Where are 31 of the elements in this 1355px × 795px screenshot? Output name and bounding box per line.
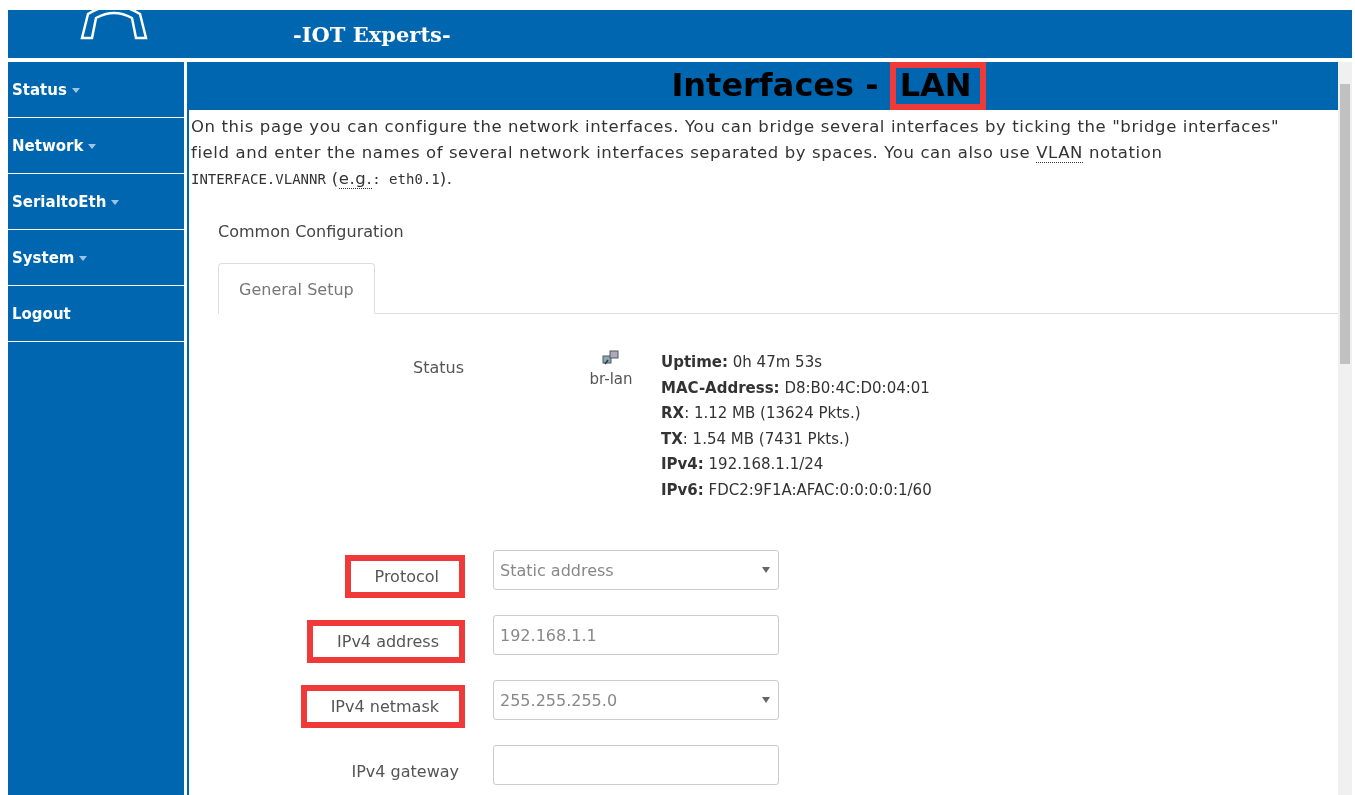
scrollbar[interactable] (1338, 62, 1352, 795)
status-line: MAC-Address: D8:B0:4C:D0:04:01 (661, 377, 931, 399)
input-field[interactable]: 192.168.1.1 (493, 615, 779, 655)
sidebar-item[interactable]: Logout (8, 286, 184, 342)
status-line: IPv6: FDC2:9F1A:AFAC:0:0:0:0:1/60 (661, 479, 932, 501)
device-name: br-lan (589, 370, 633, 388)
status-label: Status (412, 357, 464, 379)
input-field[interactable] (493, 745, 779, 785)
section-heading: Common Configuration (218, 222, 405, 241)
select-field[interactable]: Static address (493, 550, 779, 590)
site-title: -IOT Experts- (293, 21, 451, 47)
sidebar-item[interactable]: Status (8, 62, 184, 118)
page-title: Interfaces - LAN (671, 62, 986, 110)
page-description: On this page you can configure the network interfaces. You can bridge several interfaces by ticking the "bridge interfaces" field and enter the names of several network interfaces separated by spaces. You can also use VLAN notation INTERFACE.VLANNR (e.g.: eth0.1). (191, 116, 1281, 191)
caret-icon (762, 697, 770, 703)
sidebar-item[interactable]: SerialtoEth (8, 174, 184, 230)
field-label: IPv4 address (307, 620, 465, 663)
tab[interactable]: General Setup (218, 263, 375, 314)
status-line: Uptime: 0h 47m 53s (661, 352, 823, 373)
field-label: Protocol (344, 555, 465, 598)
field-label: IPv4 gateway (350, 761, 460, 783)
network-icon (602, 350, 620, 366)
sidebar-item[interactable]: Network (8, 118, 184, 174)
logo-icon (78, 10, 150, 40)
status-line: RX: 1.12 MB (13624 Pkts.) (661, 403, 862, 424)
sidebar-item[interactable]: System (8, 230, 184, 286)
status-line: IPv4: 192.168.1.1/24 (661, 454, 825, 475)
field-label: IPv4 netmask (300, 685, 465, 728)
select-field[interactable]: 255.255.255.0 (493, 680, 779, 720)
status-line: TX: 1.54 MB (7431 Pkts.) (661, 428, 851, 450)
caret-icon (762, 567, 770, 573)
